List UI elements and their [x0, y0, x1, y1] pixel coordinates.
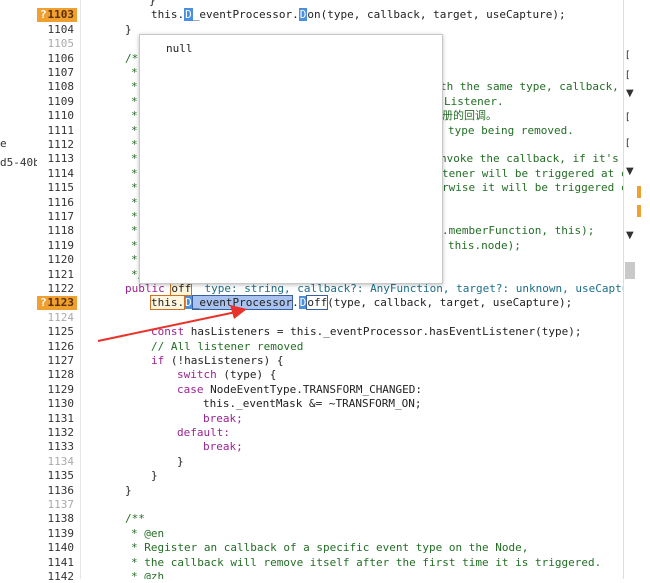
right-side-panel: [ [ ▼ [ [ ▼ ▼ — [623, 0, 650, 579]
panel-toggle-icon[interactable]: [ — [626, 70, 630, 81]
chevron-down-icon[interactable]: ▼ — [626, 166, 634, 177]
panel-toggle-icon[interactable]: [ — [626, 50, 630, 61]
chevron-down-icon[interactable]: ▼ — [626, 88, 634, 99]
annotation-arrow-icon — [97, 305, 247, 342]
breakpoint-indicator — [637, 186, 641, 198]
scrollbar-thumb[interactable] — [625, 262, 635, 279]
breakpoint-indicator — [637, 205, 641, 217]
panel-toggle-icon[interactable]: [ — [626, 112, 630, 123]
chevron-down-icon[interactable]: ▼ — [626, 230, 634, 241]
panel-toggle-icon[interactable]: [ — [626, 138, 630, 149]
